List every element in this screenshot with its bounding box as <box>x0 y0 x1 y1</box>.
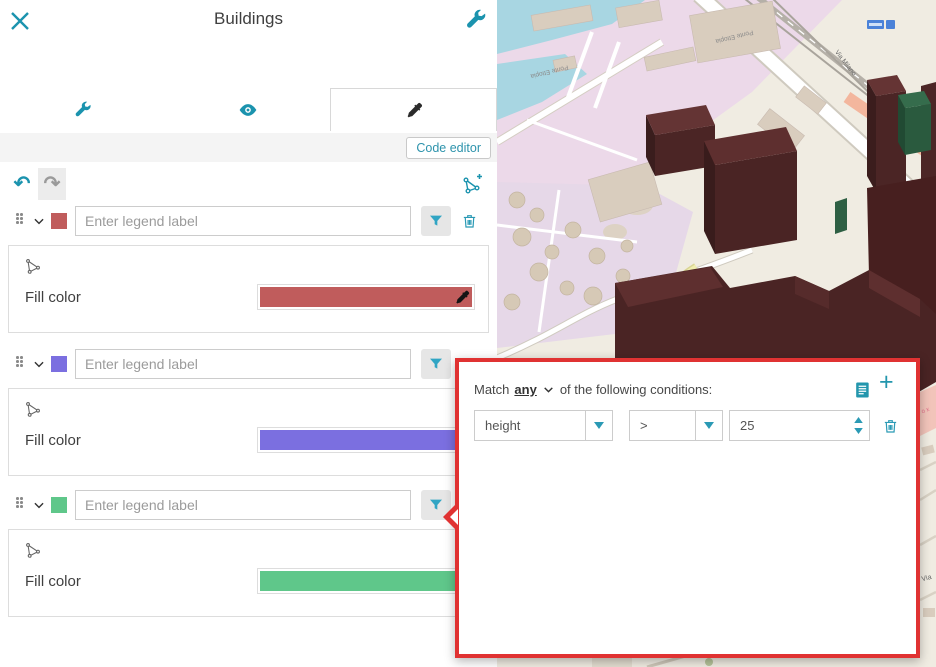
wrench-icon[interactable] <box>463 7 489 33</box>
polygon-icon <box>23 256 43 281</box>
rule-header <box>8 346 489 382</box>
tab-display[interactable] <box>165 88 330 131</box>
number-spinner[interactable] <box>847 411 869 440</box>
trash-icon[interactable] <box>457 206 481 236</box>
style-tabs <box>0 88 497 131</box>
funnel-icon[interactable] <box>421 349 451 379</box>
tab-general-settings[interactable] <box>0 88 165 131</box>
rule-header <box>8 487 489 523</box>
fill-color-picker[interactable] <box>257 427 475 453</box>
chevron-down-icon <box>695 411 722 440</box>
tab-style-editor[interactable] <box>330 88 497 131</box>
value-input[interactable] <box>730 411 847 440</box>
rule-filter-popup: Match any of the following conditions: +… <box>455 358 920 658</box>
polygon-plus-icon[interactable] <box>460 172 484 196</box>
field-select[interactable]: height <box>474 410 613 441</box>
trash-icon[interactable] <box>878 414 902 438</box>
chevron-down-icon[interactable] <box>542 383 555 396</box>
funnel-icon[interactable] <box>421 206 451 236</box>
style-panel: Buildings Code editor ↶ ↷ <box>0 0 497 667</box>
chevron-down-icon[interactable] <box>32 498 46 512</box>
polygon-icon <box>23 540 43 565</box>
value-input-wrap <box>729 410 870 441</box>
match-prefix: Match <box>474 382 509 397</box>
fill-color-label: Fill color <box>25 289 81 306</box>
list-icon[interactable] <box>852 380 872 400</box>
match-type-select[interactable]: any <box>514 382 536 397</box>
spinner-down-icon <box>854 428 863 434</box>
chevron-down-icon[interactable] <box>32 357 46 371</box>
spinner-up-icon <box>854 417 863 423</box>
wrench-icon <box>74 101 92 119</box>
drag-handle-icon[interactable] <box>16 213 26 229</box>
map-road-sign <box>867 20 895 29</box>
dropper-icon <box>454 289 470 310</box>
legend-label-input[interactable] <box>75 206 411 236</box>
dropper-icon <box>405 101 423 119</box>
editor-toolbar: ↶ ↷ <box>0 168 497 202</box>
popup-arrow <box>450 509 458 525</box>
page-title: Buildings <box>0 9 497 29</box>
app-window: Ponte Etiopia Ponte Etiopia Via Milano V… <box>0 0 936 667</box>
rule-header <box>8 203 489 239</box>
code-editor-button[interactable]: Code editor <box>406 137 491 159</box>
style-rule: Fill color <box>8 203 489 333</box>
rule-color-swatch[interactable] <box>51 497 67 513</box>
chevron-down-icon[interactable] <box>32 214 46 228</box>
style-rule: Fill color <box>8 487 489 617</box>
drag-handle-icon[interactable] <box>16 497 26 513</box>
rule-color-swatch[interactable] <box>51 213 67 229</box>
fill-color-picker[interactable] <box>257 568 475 594</box>
rule-color-swatch[interactable] <box>51 356 67 372</box>
fill-color-label: Fill color <box>25 432 81 449</box>
rule-body: Fill color <box>8 388 489 476</box>
style-rule: Fill color <box>8 346 489 476</box>
rule-body: Fill color <box>8 529 489 617</box>
legend-label-input[interactable] <box>75 490 411 520</box>
match-suffix: of the following conditions: <box>560 382 712 397</box>
panel-header: Buildings <box>0 0 497 44</box>
legend-label-input[interactable] <box>75 349 411 379</box>
eye-icon <box>238 100 258 120</box>
operator-select[interactable]: > <box>629 410 723 441</box>
polygon-icon <box>23 399 43 424</box>
rule-body: Fill color <box>8 245 489 333</box>
match-condition-row: Match any of the following conditions: <box>474 382 712 397</box>
filter-condition-row: height > <box>459 410 916 442</box>
undo-icon[interactable]: ↶ <box>8 168 36 200</box>
chevron-down-icon <box>585 411 612 440</box>
redo-icon[interactable]: ↷ <box>38 168 66 200</box>
drag-handle-icon[interactable] <box>16 356 26 372</box>
fill-color-label: Fill color <box>25 573 81 590</box>
plus-icon[interactable]: + <box>879 370 894 395</box>
fill-color-picker[interactable] <box>257 284 475 310</box>
editor-subheader: Code editor <box>0 133 497 162</box>
